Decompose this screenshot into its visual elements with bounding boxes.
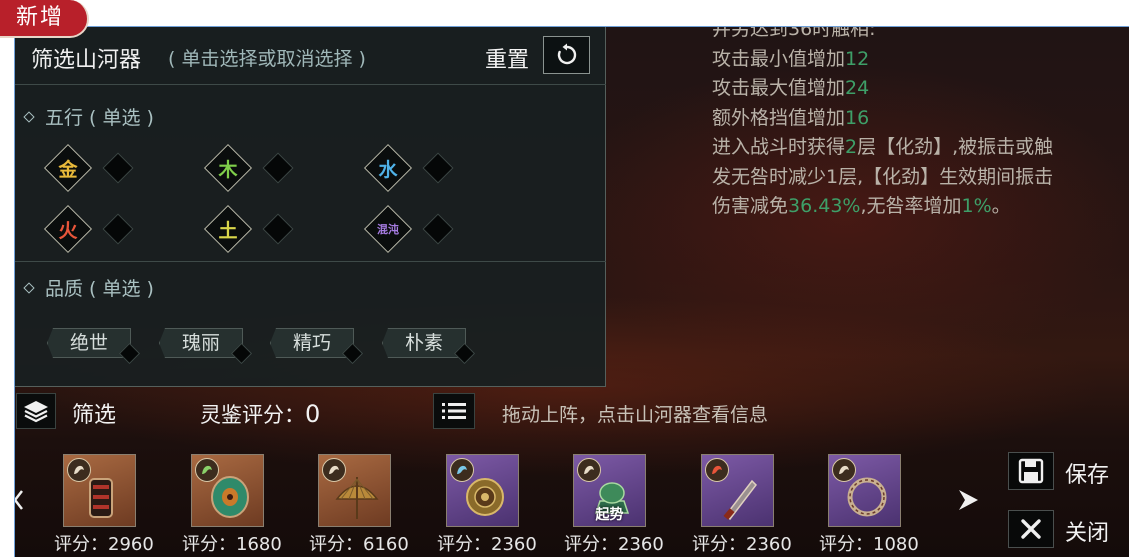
item-tag: 起势	[595, 507, 624, 523]
filter-panel-title: 筛选山河器	[31, 48, 142, 73]
score-value: 0	[305, 400, 321, 428]
score-label: 灵鉴评分：	[200, 403, 305, 427]
list-icon	[442, 403, 466, 419]
panel-divider	[15, 84, 606, 85]
element-fire-glyph: 火	[58, 219, 78, 242]
filter-toggle-button[interactable]	[16, 393, 56, 429]
element-wood-checkbox[interactable]	[262, 152, 294, 184]
reset-button[interactable]	[543, 36, 590, 74]
appraisal-score: 灵鉴评分：0	[200, 399, 320, 429]
arrow-right-icon	[959, 490, 978, 510]
description-line: 发无咎时减少1层,【化劲】生效期间振击	[712, 163, 1122, 193]
diamond-icon	[23, 111, 35, 123]
element-chaos-checkbox[interactable]	[422, 213, 454, 245]
description-text: 攻击最小值增加	[712, 47, 846, 70]
item-slot[interactable]	[63, 454, 136, 527]
chevron-left-icon	[15, 490, 23, 510]
section-title-quality: 品质 ( 单选 )	[23, 274, 154, 301]
item-slot[interactable]	[446, 454, 519, 527]
artifact-icon	[723, 479, 757, 521]
scroll-left-arrow[interactable]	[15, 485, 25, 515]
artifact-icon	[466, 478, 504, 516]
stat-value: 16	[845, 106, 870, 129]
description-text: ,无咎率增加	[860, 195, 962, 217]
hint-text: 拖动上阵，点击山河器查看信息	[502, 404, 769, 426]
item-score: 评分：2360	[564, 534, 664, 555]
description-line: 井另达到36时触相:	[712, 26, 1122, 45]
description-text: 层【化劲】,被振击或触	[857, 136, 1054, 158]
stat-value: 24	[845, 77, 870, 99]
description-text: 攻击最大值增加	[712, 77, 846, 99]
section-label: 五行 ( 单选 )	[45, 107, 154, 129]
stat-value: 2	[845, 136, 858, 158]
save-button[interactable]	[1008, 452, 1054, 490]
element-chaos-glyph: 混沌	[377, 223, 399, 236]
description-line: 进入战斗时获得2层【化劲】,被振击或触	[712, 133, 1122, 163]
item-slot[interactable]	[828, 454, 901, 527]
description-text: 井另达到36时触相:	[712, 26, 876, 40]
filter-panel-subtitle: ( 单击选择或取消选择 )	[168, 48, 366, 70]
description-text: 额外格挡值增加	[712, 106, 846, 129]
description-line: 额外格挡值增加16	[712, 104, 1122, 134]
artifact-icon	[335, 477, 379, 519]
game-screen: 井另达到36时触相: 攻击最小值增加12 攻击最大值增加24 额外格挡值增加16 进入战…	[14, 26, 1129, 557]
item-slot[interactable]	[191, 454, 264, 527]
item-score: 评分：1080	[819, 534, 919, 555]
new-badge: 新增	[0, 0, 89, 38]
item-description: 井另达到36时触相: 攻击最小值增加12 攻击最大值增加24 额外格挡值增加16 进入战…	[712, 26, 1122, 222]
element-water-glyph: 水	[378, 158, 398, 181]
filter-panel: 筛选山河器 ( 单击选择或取消选择 ) 重置 五行 ( 单选 ) 金 木 水 火…	[15, 27, 606, 387]
description-line: 攻击最小值增加12	[712, 45, 1122, 75]
description-text: 。	[991, 195, 1011, 217]
save-icon	[1018, 458, 1044, 484]
reset-label: 重置	[485, 48, 530, 73]
element-wood-glyph: 木	[218, 158, 238, 181]
stat-value: 1%	[961, 195, 992, 217]
description-line: 伤害减免36.43%,无咎率增加1%。	[712, 192, 1122, 222]
artifact-icon	[89, 478, 113, 518]
stat-value: 12	[845, 47, 870, 70]
close-icon	[1021, 519, 1041, 539]
element-earth-glyph: 土	[218, 219, 238, 242]
artifact-icon	[211, 476, 249, 518]
list-view-button[interactable]	[433, 393, 475, 429]
item-score: 评分：2360	[692, 534, 792, 555]
stat-value: 36.43%	[788, 195, 861, 217]
panel-divider	[15, 261, 606, 262]
item-slot[interactable]: 起势	[573, 454, 646, 527]
filter-label[interactable]: 筛选	[72, 397, 116, 429]
element-metal-glyph: 金	[58, 158, 78, 181]
element-earth-checkbox[interactable]	[262, 213, 294, 245]
item-score: 评分：6160	[309, 534, 409, 555]
description-text: 伤害减免	[712, 195, 789, 217]
save-label[interactable]: 保存	[1065, 457, 1109, 489]
element-metal-checkbox[interactable]	[102, 152, 134, 184]
item-score: 评分：2960	[54, 534, 154, 555]
item-slot[interactable]	[318, 454, 391, 527]
scroll-right-arrow[interactable]	[955, 485, 981, 515]
section-label: 品质 ( 单选 )	[45, 278, 154, 300]
description-text: 发无咎时减少1层,【化劲】生效期间振击	[712, 165, 1054, 188]
element-fire-checkbox[interactable]	[102, 213, 134, 245]
item-slot[interactable]	[701, 454, 774, 527]
item-score: 评分：2360	[437, 534, 537, 555]
layers-icon	[24, 401, 48, 423]
close-button[interactable]	[1008, 510, 1054, 548]
reset-icon	[557, 43, 576, 65]
description-text: 进入战斗时获得	[712, 136, 846, 158]
description-line: 攻击最大值增加24	[712, 74, 1122, 104]
diamond-icon	[23, 282, 35, 294]
close-label[interactable]: 关闭	[1065, 515, 1109, 547]
artifact-icon	[847, 477, 887, 517]
element-water-checkbox[interactable]	[422, 152, 454, 184]
item-score: 评分：1680	[182, 534, 282, 555]
section-title-elements: 五行 ( 单选 )	[23, 103, 154, 130]
